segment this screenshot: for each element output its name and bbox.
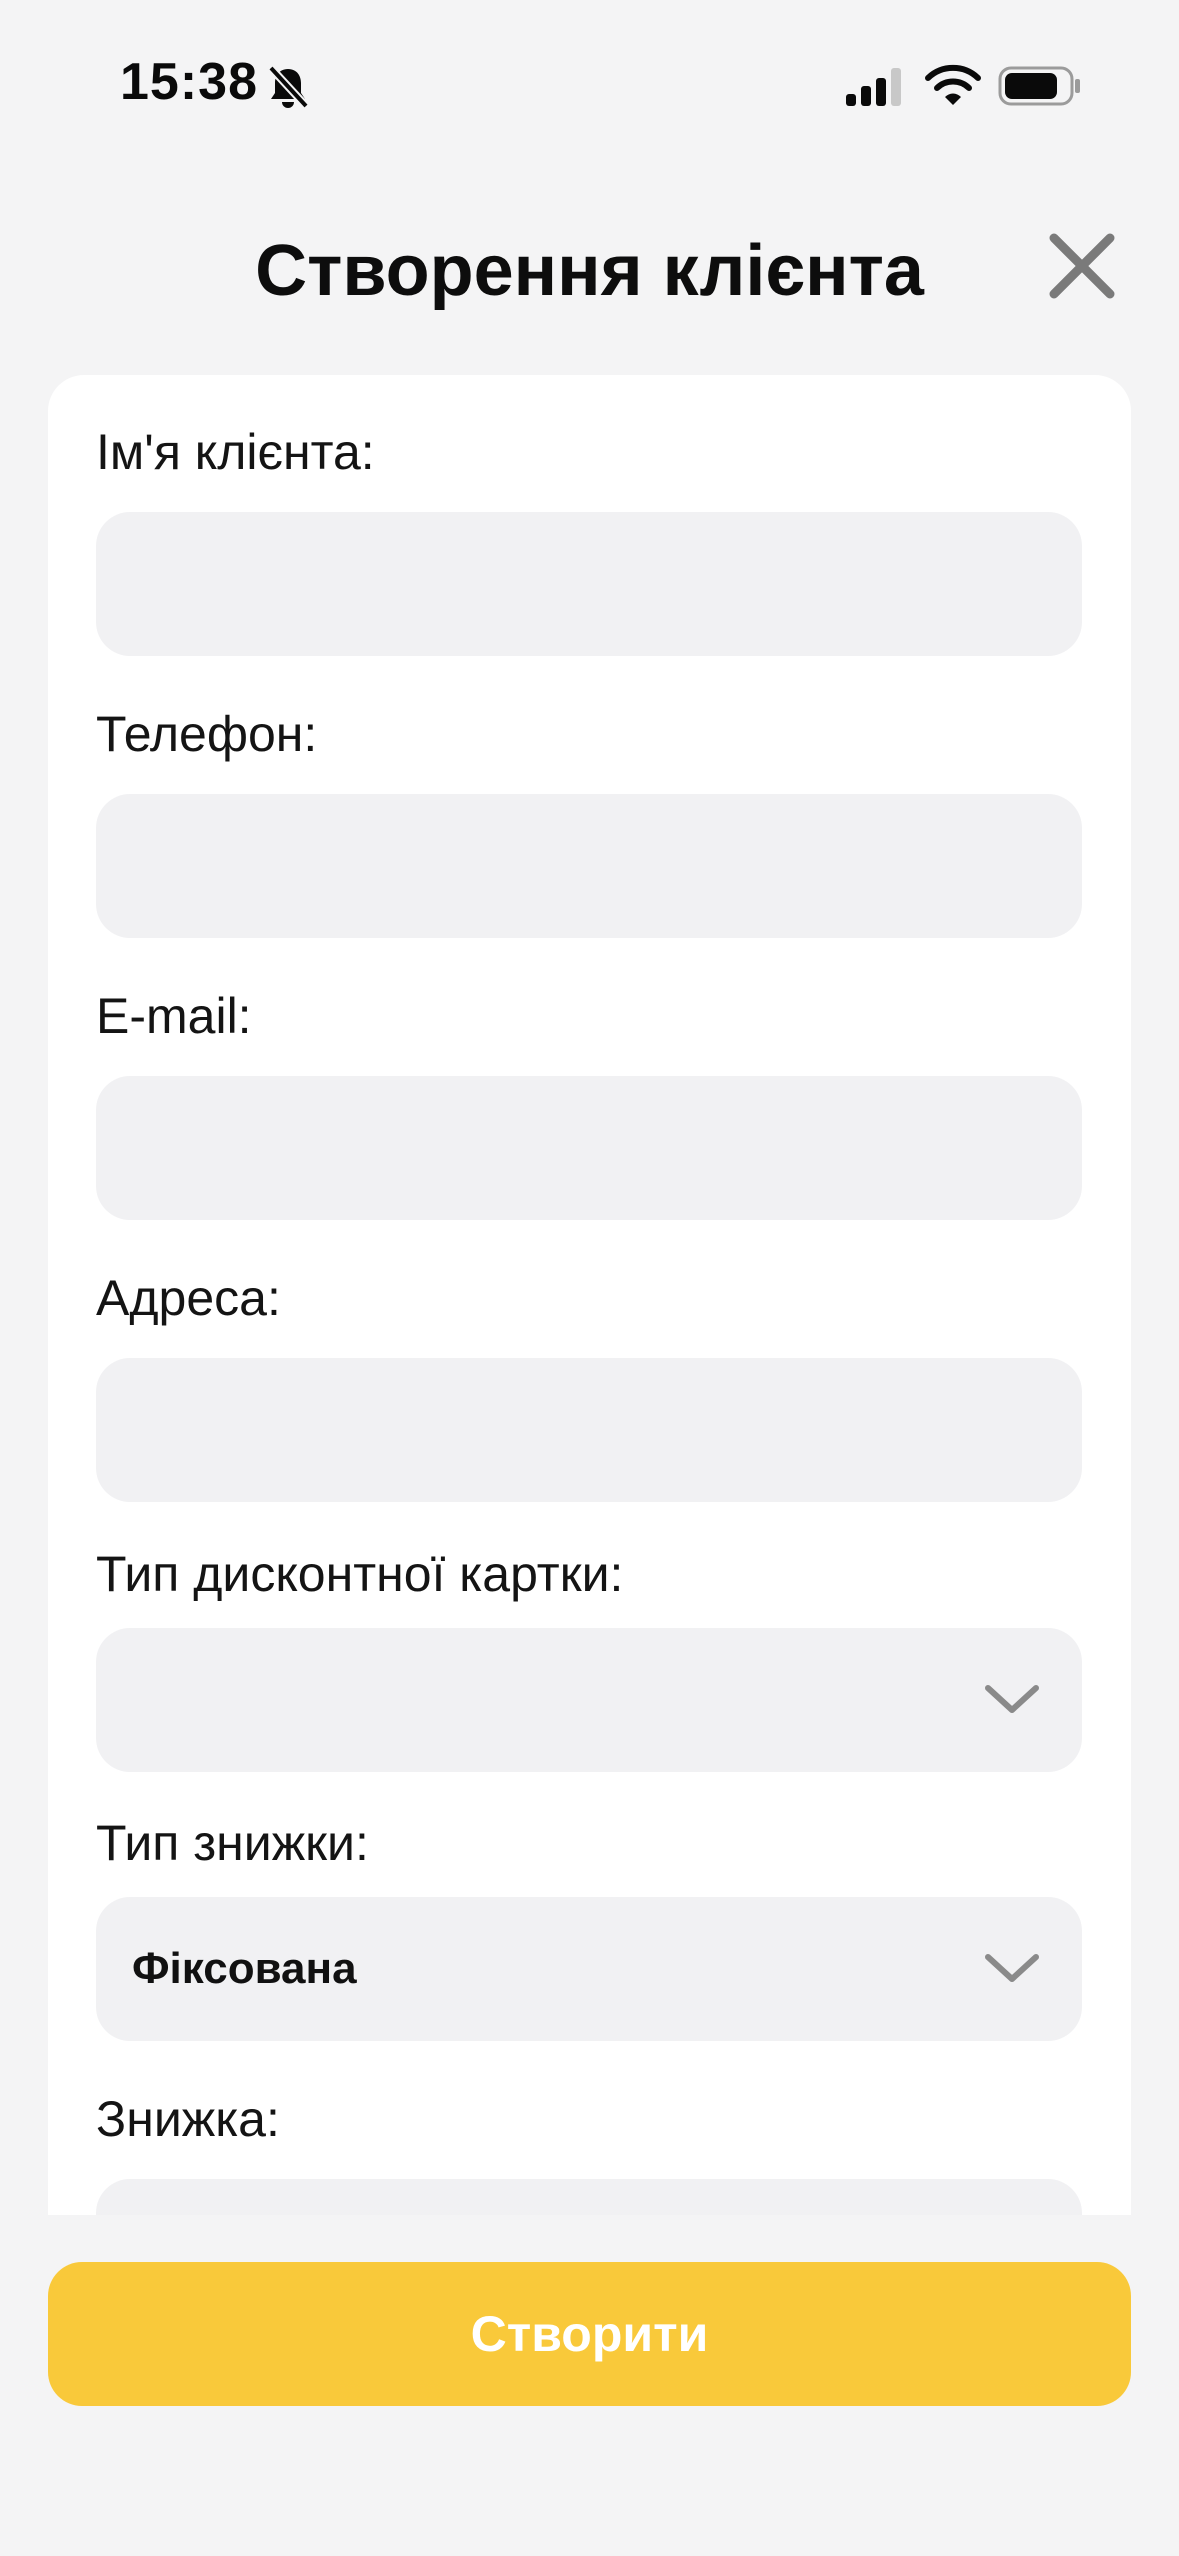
discount-type-value: Фіксована [132,1944,357,1993]
chevron-down-icon [985,1954,1039,1982]
discount-type-select[interactable]: Фіксована [96,1897,1082,2041]
bell-slash-icon [268,65,309,109]
battery-icon [998,66,1080,106]
email-label: E-mail: [96,988,252,1044]
email-field[interactable] [96,1076,1082,1220]
page-title: Створення клієнта [255,231,924,311]
phone-label: Телефон: [96,706,318,762]
create-button[interactable]: Створити [48,2262,1131,2406]
discount-type-label: Тип знижки: [96,1815,369,1871]
client-form: Ім'я клієнта: Телефон: E-mail: Адреса: Т… [48,375,1131,2215]
card-type-select[interactable] [96,1628,1082,1772]
discount-field[interactable] [96,2179,1082,2215]
phone-field[interactable] [96,794,1082,938]
name-field[interactable] [96,512,1082,656]
wifi-icon [925,64,981,105]
close-icon [1049,233,1115,299]
card-type-label: Тип дисконтної картки: [96,1546,624,1602]
close-button[interactable] [1044,228,1120,304]
status-time: 15:38 [120,53,258,111]
discount-label: Знижка: [96,2091,280,2147]
name-label: Ім'я клієнта: [96,424,375,480]
status-bar: 15:38 [0,0,1179,170]
address-label: Адреса: [96,1270,281,1326]
chevron-down-icon [985,1685,1039,1713]
header: Створення клієнта [0,200,1179,330]
address-field[interactable] [96,1358,1082,1502]
cellular-signal-icon [846,68,901,106]
